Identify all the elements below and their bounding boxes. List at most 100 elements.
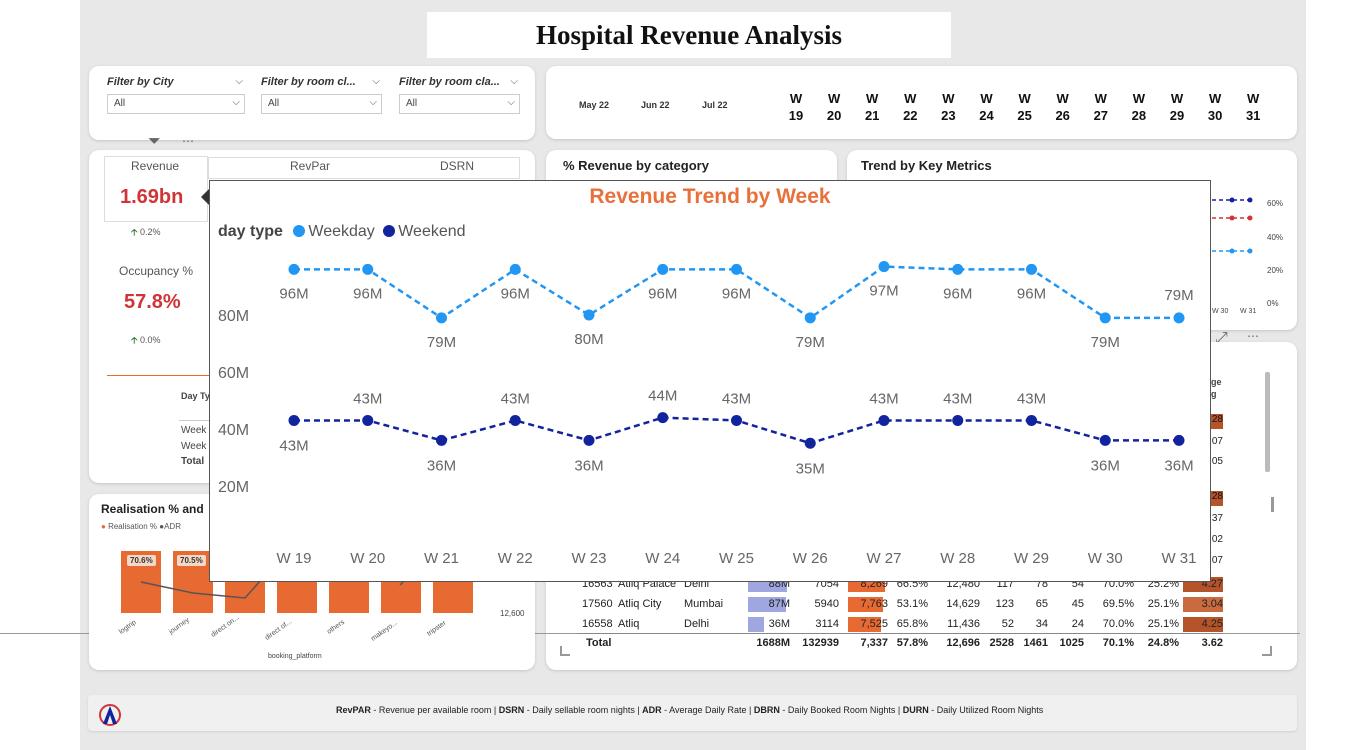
- month-label[interactable]: May 22: [579, 100, 609, 110]
- data-label: 43M: [869, 390, 898, 407]
- month-label[interactable]: Jun 22: [641, 100, 670, 110]
- room-class-filter[interactable]: Filter by room cl... ⌵ All ⌵: [261, 76, 382, 114]
- room-class-filter-select[interactable]: All ⌵: [261, 94, 382, 114]
- data-label: 43M: [722, 390, 751, 407]
- trend-x-tick: W 31: [1240, 308, 1257, 315]
- filter-label: Filter by City: [107, 76, 174, 88]
- data-point-weekday[interactable]: [657, 263, 669, 275]
- occupancy-label: Occupancy %: [119, 264, 194, 278]
- chevron-down-icon[interactable]: ⌵: [235, 76, 243, 87]
- data-label: 43M: [353, 390, 382, 407]
- x-tick-label: W 25: [719, 550, 754, 567]
- data-point-weekday[interactable]: [288, 263, 300, 275]
- data-label: 36M: [1164, 457, 1193, 474]
- city-filter[interactable]: Filter by City ⌵ All ⌵: [107, 76, 245, 114]
- week-slot[interactable]: W 28: [1126, 90, 1152, 124]
- kpi-tab-revenue[interactable]: Revenue: [131, 159, 179, 173]
- week-slot[interactable]: W 25: [1012, 90, 1038, 124]
- week-slot[interactable]: W 19: [783, 90, 809, 124]
- more-options-icon[interactable]: ⋯: [1247, 329, 1259, 343]
- data-label: 96M: [353, 285, 382, 302]
- week-slot[interactable]: W 22: [897, 90, 923, 124]
- room-category-filter[interactable]: Filter by room cla... ⌵ All ⌵: [399, 76, 520, 114]
- total-label: Total: [586, 637, 612, 649]
- data-point-weekend[interactable]: [583, 434, 595, 446]
- kpi-tab-revpar[interactable]: RevPar: [290, 159, 330, 173]
- data-point-weekend[interactable]: [509, 414, 521, 426]
- cell-c3: 52: [1001, 618, 1014, 630]
- week-slot[interactable]: W 23: [935, 90, 961, 124]
- data-point-weekend[interactable]: [1099, 434, 1111, 446]
- month-label[interactable]: Jul 22: [702, 100, 728, 110]
- trend-y-tick: 0%: [1267, 299, 1279, 308]
- chevron-down-icon[interactable]: ⌵: [510, 76, 518, 87]
- week-slot[interactable]: W 27: [1088, 90, 1114, 124]
- data-point-weekday[interactable]: [509, 263, 521, 275]
- cell-real: 70.0%: [1102, 618, 1134, 630]
- data-point-weekday[interactable]: [1026, 263, 1037, 275]
- data-point-weekend[interactable]: [1026, 414, 1037, 426]
- data-point-weekday[interactable]: [1173, 312, 1185, 324]
- week-slot[interactable]: W 30: [1202, 90, 1228, 124]
- data-label: 36M: [574, 457, 603, 474]
- x-tick-label: W 21: [424, 550, 459, 567]
- x-tick-label: W 26: [793, 550, 828, 567]
- total-c2: 12,696: [946, 637, 980, 649]
- data-point-weekday[interactable]: [878, 261, 890, 273]
- data-label: 43M: [501, 390, 530, 407]
- kpi-divider: [107, 375, 209, 376]
- x-tick-label: W 29: [1014, 550, 1049, 567]
- data-point-weekend[interactable]: [878, 414, 890, 426]
- x-tick-label: W 31: [1161, 550, 1196, 567]
- day-type-table: [179, 420, 211, 421]
- trend-title: Trend by Key Metrics: [861, 158, 992, 173]
- data-point-weekday[interactable]: [1099, 312, 1111, 324]
- filter-label: Filter by room cla...: [399, 76, 500, 88]
- data-point-weekend[interactable]: [362, 414, 374, 426]
- data-point-weekend[interactable]: [952, 414, 964, 426]
- revenue-delta: 🡡 0.2%: [131, 227, 161, 237]
- adr-axis-tick: 12,600: [500, 609, 525, 618]
- data-point-weekday[interactable]: [436, 312, 447, 324]
- week-slot[interactable]: W 24: [974, 90, 1000, 124]
- trend-mini-lines: [1212, 197, 1253, 254]
- data-point-weekday[interactable]: [731, 263, 742, 275]
- week-slot[interactable]: W 26: [1050, 90, 1076, 124]
- week-slot[interactable]: W 21: [859, 90, 885, 124]
- total-occ: 57.8%: [896, 637, 928, 649]
- room-category-filter-select[interactable]: All ⌵: [399, 94, 520, 114]
- arrow-up-icon: 🡡: [131, 335, 138, 345]
- week-slot[interactable]: W 29: [1164, 90, 1190, 124]
- more-options-icon[interactable]: ⋯: [182, 134, 194, 148]
- trend-x-tick: W 30: [1212, 308, 1229, 315]
- y-tick-label: 40M: [218, 422, 249, 439]
- table-scrollbar-handle[interactable]: [1271, 497, 1274, 512]
- chevron-down-icon[interactable]: ⌵: [372, 76, 380, 87]
- day-row: Week: [181, 441, 207, 452]
- data-point-weekday[interactable]: [952, 263, 964, 275]
- data-point-weekend[interactable]: [288, 414, 300, 426]
- week-slot[interactable]: W 31: [1240, 90, 1266, 124]
- table-scrollbar[interactable]: [1265, 372, 1270, 472]
- data-point-weekday[interactable]: [583, 309, 595, 321]
- y-tick-label: 20M: [218, 479, 249, 496]
- cell-rev: 36M: [768, 618, 790, 630]
- data-point-weekday[interactable]: [804, 312, 816, 324]
- total-pct: 24.8%: [1147, 637, 1179, 649]
- day-row-total: Total: [181, 456, 205, 467]
- data-label: 96M: [1017, 285, 1046, 302]
- data-point-weekend[interactable]: [657, 412, 669, 424]
- filter-icon[interactable]: ⏷: [148, 133, 161, 151]
- data-label: 43M: [943, 390, 972, 407]
- data-point-weekend[interactable]: [731, 414, 742, 426]
- data-point-weekend[interactable]: [804, 437, 816, 449]
- data-point-weekday[interactable]: [362, 263, 374, 275]
- cell-occ: 53.1%: [896, 598, 928, 610]
- week-slot[interactable]: W 20: [821, 90, 847, 124]
- data-point-weekend[interactable]: [1173, 434, 1185, 446]
- city-filter-select[interactable]: All ⌵: [107, 94, 245, 114]
- kpi-tab-dsrn[interactable]: DSRN: [440, 159, 474, 173]
- chevron-down-icon: ⌵: [232, 97, 240, 108]
- data-label: 43M: [1017, 390, 1046, 407]
- data-point-weekend[interactable]: [436, 434, 447, 446]
